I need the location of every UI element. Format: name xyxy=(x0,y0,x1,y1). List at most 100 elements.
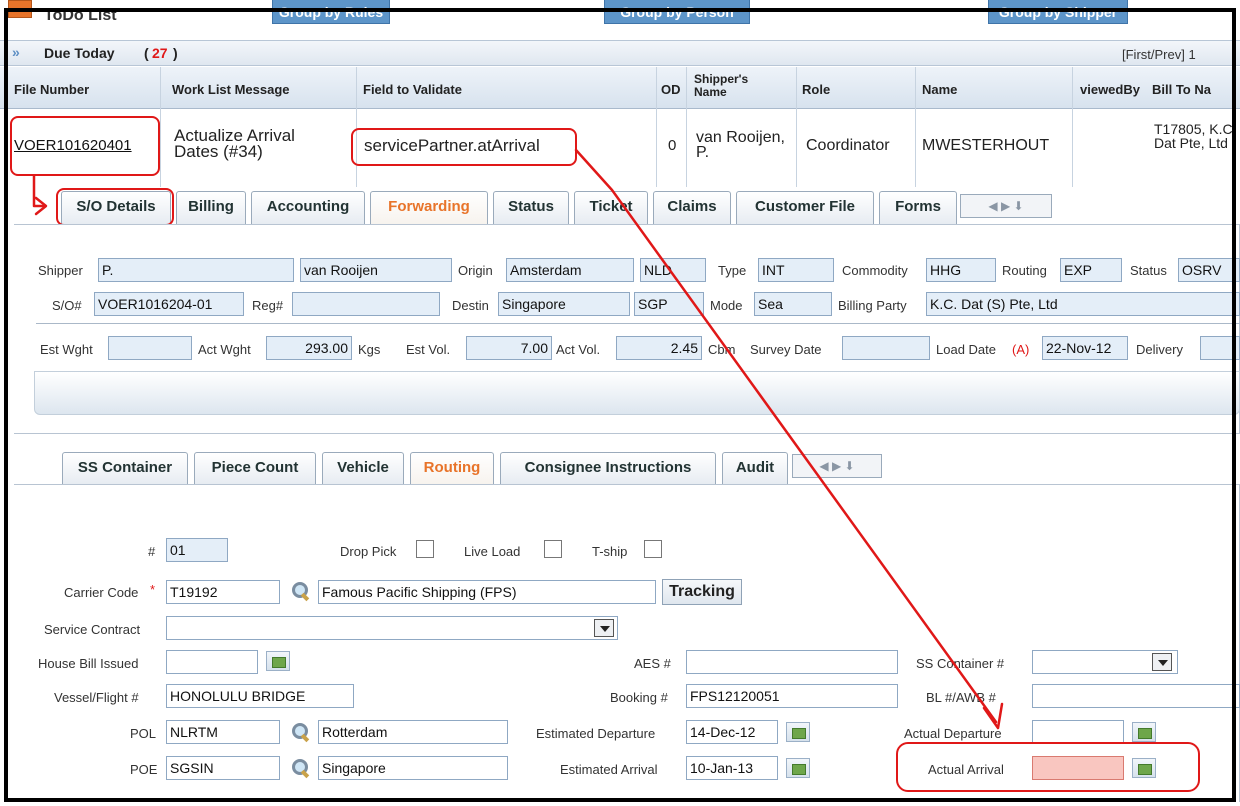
carrier-name-field[interactable]: Famous Pacific Shipping (FPS) xyxy=(318,580,656,604)
col-file-number[interactable]: File Number xyxy=(14,82,89,97)
origin-code-field[interactable]: NLD xyxy=(640,258,706,282)
tab-ticket[interactable]: Ticket xyxy=(574,191,648,224)
est-arrival-field[interactable]: 10-Jan-13 xyxy=(686,756,778,780)
est-departure-calendar-icon[interactable] xyxy=(786,722,810,742)
live-load-checkbox[interactable] xyxy=(544,540,562,558)
pol-code-field[interactable]: NLRTM xyxy=(166,720,280,744)
tab-ss-container[interactable]: SS Container xyxy=(62,452,188,484)
est-departure-field[interactable]: 14-Dec-12 xyxy=(686,720,778,744)
est-vol-field[interactable]: 7.00 xyxy=(466,336,552,360)
drop-pick-label: Drop Pick xyxy=(340,544,397,559)
aes-field[interactable] xyxy=(686,650,898,674)
routing-tabs: SS Container Piece Count Vehicle Routing… xyxy=(0,448,1240,484)
tab-customer-file[interactable]: Customer File xyxy=(736,191,874,224)
scroll-down-icon[interactable]: ⬇ xyxy=(845,459,855,473)
service-contract-dropdown-icon[interactable] xyxy=(594,619,614,637)
mode-field[interactable]: Sea xyxy=(754,292,832,316)
house-bill-label: House Bill Issued xyxy=(38,656,139,671)
due-count-close: ) xyxy=(173,45,178,61)
tab-scroll-buttons[interactable]: ◀ ▶ ⬇ xyxy=(960,194,1052,218)
type-field[interactable]: INT xyxy=(758,258,834,282)
carrier-search-icon[interactable] xyxy=(290,581,310,601)
poe-code-field[interactable]: SGSIN xyxy=(166,756,280,780)
service-contract-select[interactable] xyxy=(166,616,618,640)
group-by-rules-button[interactable]: Group by Rules xyxy=(272,0,390,24)
tab-scroll-buttons-bottom[interactable]: ◀ ▶ ⬇ xyxy=(792,454,882,478)
tab-claims[interactable]: Claims xyxy=(653,191,731,224)
reg-field[interactable] xyxy=(292,292,440,316)
tship-checkbox[interactable] xyxy=(644,540,662,558)
pager[interactable]: [First/Prev] 1 xyxy=(1122,47,1196,62)
collapse-chevron-icon[interactable]: » xyxy=(12,44,20,60)
route-num-field[interactable]: 01 xyxy=(166,538,228,562)
scroll-left-icon[interactable]: ◀ xyxy=(819,459,828,473)
delivery-field[interactable] xyxy=(1200,336,1240,360)
group-by-person-button[interactable]: Group by Person xyxy=(604,0,750,24)
panel-footer-bar xyxy=(34,371,1240,415)
vessel-field[interactable]: HONOLULU BRIDGE xyxy=(166,684,354,708)
bl-awb-field[interactable] xyxy=(1032,684,1240,708)
scroll-down-icon[interactable]: ⬇ xyxy=(1014,199,1024,213)
shipper-last-field[interactable]: van Rooijen xyxy=(300,258,452,282)
so-number-field[interactable]: VOER1016204-01 xyxy=(94,292,244,316)
tab-vehicle[interactable]: Vehicle xyxy=(322,452,404,484)
scroll-left-icon[interactable]: ◀ xyxy=(988,199,997,213)
tab-routing[interactable]: Routing xyxy=(410,452,494,484)
actual-departure-field[interactable] xyxy=(1032,720,1124,744)
tab-audit[interactable]: Audit xyxy=(722,452,788,484)
group-by-shipper-button[interactable]: Group by Shipper xyxy=(988,0,1128,24)
load-date-field[interactable]: 22-Nov-12 xyxy=(1042,336,1128,360)
poe-search-icon[interactable] xyxy=(290,758,310,778)
col-shippers-name[interactable]: Shipper's Name xyxy=(694,73,784,99)
col-role[interactable]: Role xyxy=(802,82,830,97)
name-value: MWESTERHOUT xyxy=(922,137,1050,154)
billing-party-field[interactable]: K.C. Dat (S) Pte, Ltd xyxy=(926,292,1240,316)
col-viewedby[interactable]: viewedBy xyxy=(1080,82,1140,97)
pol-search-icon[interactable] xyxy=(290,722,310,742)
scroll-right-icon[interactable]: ▶ xyxy=(832,459,841,473)
tab-forms[interactable]: Forms xyxy=(879,191,957,224)
survey-date-field[interactable] xyxy=(842,336,930,360)
od-value: 0 xyxy=(668,137,677,154)
tab-forwarding[interactable]: Forwarding xyxy=(370,191,488,224)
tab-accounting[interactable]: Accounting xyxy=(251,191,365,224)
poe-label: POE xyxy=(130,762,158,777)
origin-field[interactable]: Amsterdam xyxy=(506,258,634,282)
col-field-to-validate[interactable]: Field to Validate xyxy=(363,82,462,97)
col-bill-to[interactable]: Bill To Na xyxy=(1152,82,1211,97)
act-wght-field[interactable]: 293.00 xyxy=(266,336,352,360)
destin-field[interactable]: Singapore xyxy=(498,292,630,316)
drop-pick-checkbox[interactable] xyxy=(416,540,434,558)
destin-code-field[interactable]: SGP xyxy=(634,292,704,316)
actual-departure-calendar-icon[interactable] xyxy=(1132,722,1156,742)
booking-field[interactable]: FPS12120051 xyxy=(686,684,898,708)
poe-name-field[interactable]: Singapore xyxy=(318,756,508,780)
est-departure-label: Estimated Departure xyxy=(536,726,656,741)
tab-status[interactable]: Status xyxy=(493,191,569,224)
routing-label: Routing xyxy=(1002,263,1047,278)
billing-party-label: Billing Party xyxy=(838,298,907,313)
col-od[interactable]: OD xyxy=(661,82,681,97)
tab-piece-count[interactable]: Piece Count xyxy=(194,452,316,484)
tracking-button[interactable]: Tracking xyxy=(662,579,742,605)
shipper-first-field[interactable]: P. xyxy=(98,258,294,282)
col-work-list-message[interactable]: Work List Message xyxy=(172,82,290,97)
type-label: Type xyxy=(718,263,747,278)
col-name[interactable]: Name xyxy=(922,82,957,97)
table-row[interactable]: VOER101620401 Actualize Arrival Dates (#… xyxy=(0,110,1240,188)
act-vol-field[interactable]: 2.45 xyxy=(616,336,702,360)
so-number-label: S/O# xyxy=(52,298,82,313)
pol-name-field[interactable]: Rotterdam xyxy=(318,720,508,744)
ss-container-dropdown-icon[interactable] xyxy=(1152,653,1172,671)
tab-billing[interactable]: Billing xyxy=(176,191,246,224)
est-arrival-calendar-icon[interactable] xyxy=(786,758,810,778)
house-bill-field[interactable] xyxy=(166,650,258,674)
scroll-right-icon[interactable]: ▶ xyxy=(1001,199,1010,213)
status-field[interactable]: OSRV xyxy=(1178,258,1240,282)
routing-field[interactable]: EXP xyxy=(1060,258,1122,282)
commodity-field[interactable]: HHG xyxy=(926,258,996,282)
carrier-code-field[interactable]: T19192 xyxy=(166,580,280,604)
est-wght-field[interactable] xyxy=(108,336,192,360)
house-bill-calendar-icon[interactable] xyxy=(266,651,290,671)
tab-consignee-instructions[interactable]: Consignee Instructions xyxy=(500,452,716,484)
